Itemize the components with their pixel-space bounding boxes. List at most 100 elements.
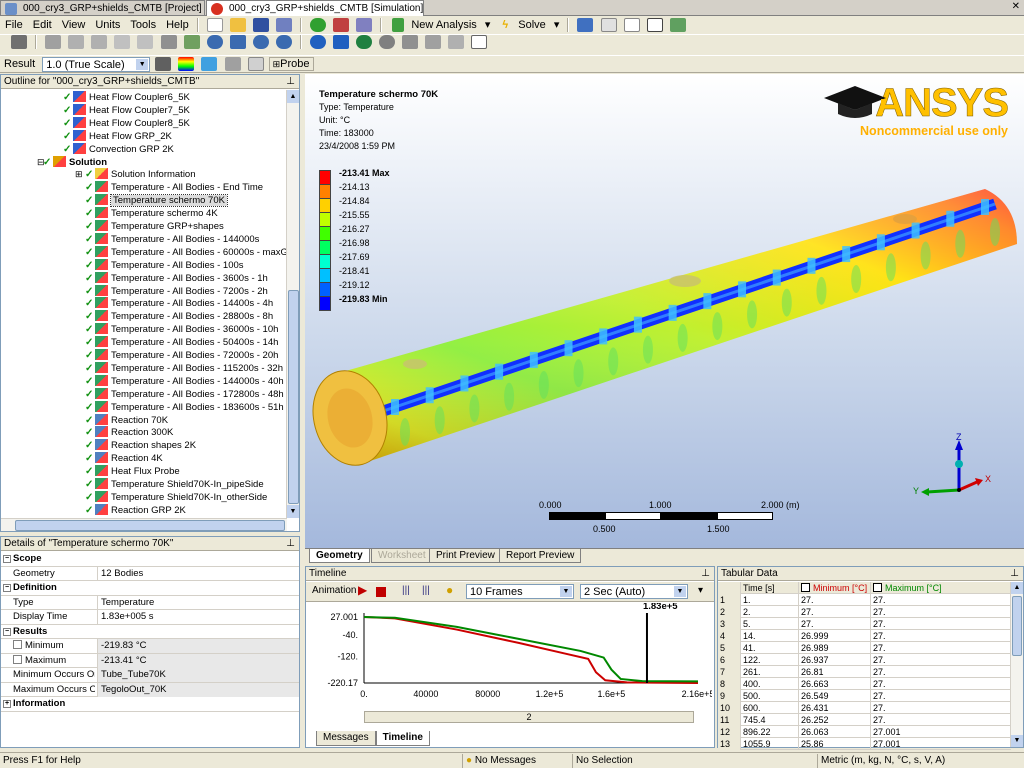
table-row[interactable]: 6 122. 26.937 27. bbox=[718, 654, 1011, 666]
outline-item[interactable]: ✓ Reaction 70K bbox=[85, 413, 168, 427]
geometry-display-icon[interactable] bbox=[155, 57, 172, 72]
box-zoom-icon[interactable] bbox=[275, 35, 292, 49]
outline-item[interactable]: ⊞ ✓ Solution Information bbox=[75, 168, 196, 181]
iso-view-icon[interactable] bbox=[402, 35, 419, 49]
viewport-layout-icon[interactable] bbox=[471, 35, 488, 49]
table-row[interactable]: 8 400. 26.663 27. bbox=[718, 678, 1011, 690]
collapse-icon[interactable]: − bbox=[3, 627, 11, 636]
checkbox[interactable] bbox=[13, 640, 22, 649]
scroll-down-icon[interactable]: ▼ bbox=[287, 505, 299, 518]
result-sets-icon[interactable]: ||| bbox=[422, 585, 430, 596]
save-all-icon[interactable] bbox=[275, 18, 292, 33]
report-icon[interactable] bbox=[577, 18, 594, 33]
table-row[interactable]: 5 41. 26.989 27. bbox=[718, 642, 1011, 654]
node-select-icon[interactable] bbox=[137, 35, 154, 49]
frames-select[interactable]: 10 Frames ▼ bbox=[466, 584, 574, 599]
lightbulb-icon[interactable]: ● bbox=[446, 583, 453, 597]
details-row[interactable]: Minimum Occurs On Tube_Tube70K bbox=[1, 668, 299, 683]
table-row[interactable]: 1 1. 27. 27. bbox=[718, 594, 1011, 606]
element-select-icon[interactable] bbox=[160, 35, 177, 49]
outline-item[interactable]: ✓ Temperature - All Bodies - 183600s - 51… bbox=[85, 400, 284, 414]
tab-print-preview[interactable]: Print Preview bbox=[429, 549, 502, 563]
outline-item[interactable]: ✓ Temperature - All Bodies - 144000s bbox=[85, 232, 259, 246]
table-icon[interactable] bbox=[600, 18, 617, 33]
outline-item[interactable]: ✓ Reaction GRP 2K bbox=[85, 503, 186, 517]
scroll-thumb[interactable] bbox=[288, 290, 299, 504]
wizard-icon[interactable] bbox=[356, 18, 373, 33]
outline-item[interactable]: ✓ Reaction 4K bbox=[85, 452, 163, 465]
outline-item[interactable]: ✓ Temperature - All Bodies - 60000s - max… bbox=[85, 245, 287, 259]
pin-icon[interactable]: ⊥ bbox=[286, 538, 295, 549]
table-row[interactable]: 3 5. 27. 27. bbox=[718, 618, 1011, 630]
table-row[interactable]: 4 14. 26.999 27. bbox=[718, 630, 1011, 642]
outline-item[interactable]: ✓ Temperature - All Bodies - 3600s - 1h bbox=[85, 271, 268, 285]
pan-icon[interactable] bbox=[229, 35, 246, 49]
details-row[interactable]: Maximum -213.41 °C bbox=[1, 653, 299, 668]
header-time[interactable]: Time [s] bbox=[740, 582, 798, 594]
details-row[interactable]: Type Temperature bbox=[1, 595, 299, 610]
outline-item[interactable]: ✓ Heat Flux Probe bbox=[85, 465, 180, 478]
contour-icon[interactable] bbox=[178, 57, 195, 72]
table-row[interactable]: 10 600. 26.431 27. bbox=[718, 702, 1011, 714]
status-messages[interactable]: ● No Messages bbox=[462, 754, 572, 768]
chevron-down-icon[interactable]: ▾ bbox=[698, 585, 703, 596]
outline-item[interactable]: ✓ Heat Flow Coupler6_5K bbox=[63, 91, 190, 104]
outline-item[interactable]: ⊟ ✓ Solution bbox=[37, 155, 107, 169]
header-maximum[interactable]: Maximum [°C] bbox=[870, 582, 946, 594]
close-icon[interactable]: ✕ bbox=[1012, 1, 1020, 12]
table-row[interactable]: 7 261. 26.81 27. bbox=[718, 666, 1011, 678]
scale-select[interactable]: 1.0 (True Scale) ▼ bbox=[42, 56, 151, 72]
zoom-icon[interactable] bbox=[252, 35, 269, 49]
table-row[interactable]: 11 745.4 26.252 27. bbox=[718, 714, 1011, 726]
status-units[interactable]: Metric (m, kg, N, °C, s, V, A) bbox=[817, 754, 1024, 768]
outline-item[interactable]: ✓ Temperature Shield70K-In_pipeSide bbox=[85, 478, 264, 491]
outline-item[interactable]: ✓ Temperature GRP+shapes bbox=[85, 220, 224, 233]
axis-triad[interactable]: Z Y X bbox=[913, 432, 995, 504]
checkbox[interactable] bbox=[801, 583, 810, 592]
graphics-viewport[interactable]: Temperature schermo 70K Type: Temperatur… bbox=[305, 74, 1024, 548]
select-mode-icon[interactable] bbox=[11, 35, 28, 49]
text-annotation-icon[interactable] bbox=[646, 18, 663, 33]
table-row[interactable]: 9 500. 26.549 27. bbox=[718, 690, 1011, 702]
max-min-icon[interactable] bbox=[247, 57, 264, 72]
comment-icon[interactable] bbox=[623, 18, 640, 33]
table-row[interactable]: 2 2. 27. 27. bbox=[718, 606, 1011, 618]
next-view-icon[interactable] bbox=[448, 35, 465, 49]
zoom-out-icon[interactable] bbox=[379, 35, 396, 49]
play-icon[interactable]: ▶ bbox=[358, 583, 367, 597]
details-section[interactable]: − Scope bbox=[1, 552, 299, 567]
tab-timeline[interactable]: Timeline bbox=[375, 731, 430, 746]
tab-report-preview[interactable]: Report Preview bbox=[499, 549, 582, 563]
tab-simulation[interactable]: 000_cry3_GRP+shields_CMTB [Simulation] bbox=[206, 0, 424, 16]
details-value[interactable]: 12 Bodies bbox=[97, 566, 299, 581]
outline-item[interactable]: ✓ Heat Flow Coupler7_5K bbox=[63, 103, 190, 117]
menu-help[interactable]: Help bbox=[161, 16, 194, 34]
expand-icon[interactable]: ⊞ bbox=[75, 168, 83, 181]
outline-horizontal-scrollbar[interactable] bbox=[1, 518, 287, 531]
body-select-icon[interactable] bbox=[114, 35, 131, 49]
tab-messages[interactable]: Messages bbox=[316, 731, 376, 746]
scroll-up-icon[interactable]: ▲ bbox=[1011, 582, 1023, 594]
scroll-down-icon[interactable]: ▼ bbox=[1011, 735, 1023, 747]
outline-item[interactable]: ✓ Temperature - All Bodies - 72000s - 20h bbox=[85, 349, 278, 362]
menu-file[interactable]: File bbox=[0, 16, 28, 34]
chart-icon[interactable] bbox=[333, 18, 350, 33]
details-row[interactable]: Minimum -219.83 °C bbox=[1, 639, 299, 654]
pin-icon[interactable]: ⊥ bbox=[701, 568, 710, 579]
outline-item[interactable]: ✓ Temperature - All Bodies - End Time bbox=[85, 181, 263, 194]
tab-project[interactable]: 000_cry3_GRP+shields_CMTB [Project] bbox=[0, 0, 205, 16]
details-value[interactable]: Temperature bbox=[97, 595, 299, 610]
vertex-select-icon[interactable] bbox=[45, 35, 62, 49]
outline-item[interactable]: ✓ Temperature - All Bodies - 100s bbox=[85, 258, 244, 272]
tab-geometry[interactable]: Geometry bbox=[309, 549, 370, 563]
outline-item[interactable]: ✓ Reaction shapes 2K bbox=[85, 439, 196, 452]
rotate-icon[interactable] bbox=[206, 35, 223, 49]
details-value[interactable]: -213.41 °C bbox=[97, 653, 299, 668]
menu-units[interactable]: Units bbox=[90, 16, 125, 34]
expand-icon[interactable]: + bbox=[3, 700, 11, 708]
outline-item[interactable]: ✓ Temperature - All Bodies - 36000s - 10h bbox=[85, 323, 278, 336]
outline-item[interactable]: ✓ Temperature - All Bodies - 172800s - 48… bbox=[85, 387, 284, 401]
scroll-thumb[interactable] bbox=[1012, 596, 1022, 656]
check-icon[interactable] bbox=[310, 18, 327, 33]
timeline-chart[interactable]: 27.001 -40. -120. -220.17 0. 40000 80000 1.2e+5… bbox=[308, 601, 714, 713]
